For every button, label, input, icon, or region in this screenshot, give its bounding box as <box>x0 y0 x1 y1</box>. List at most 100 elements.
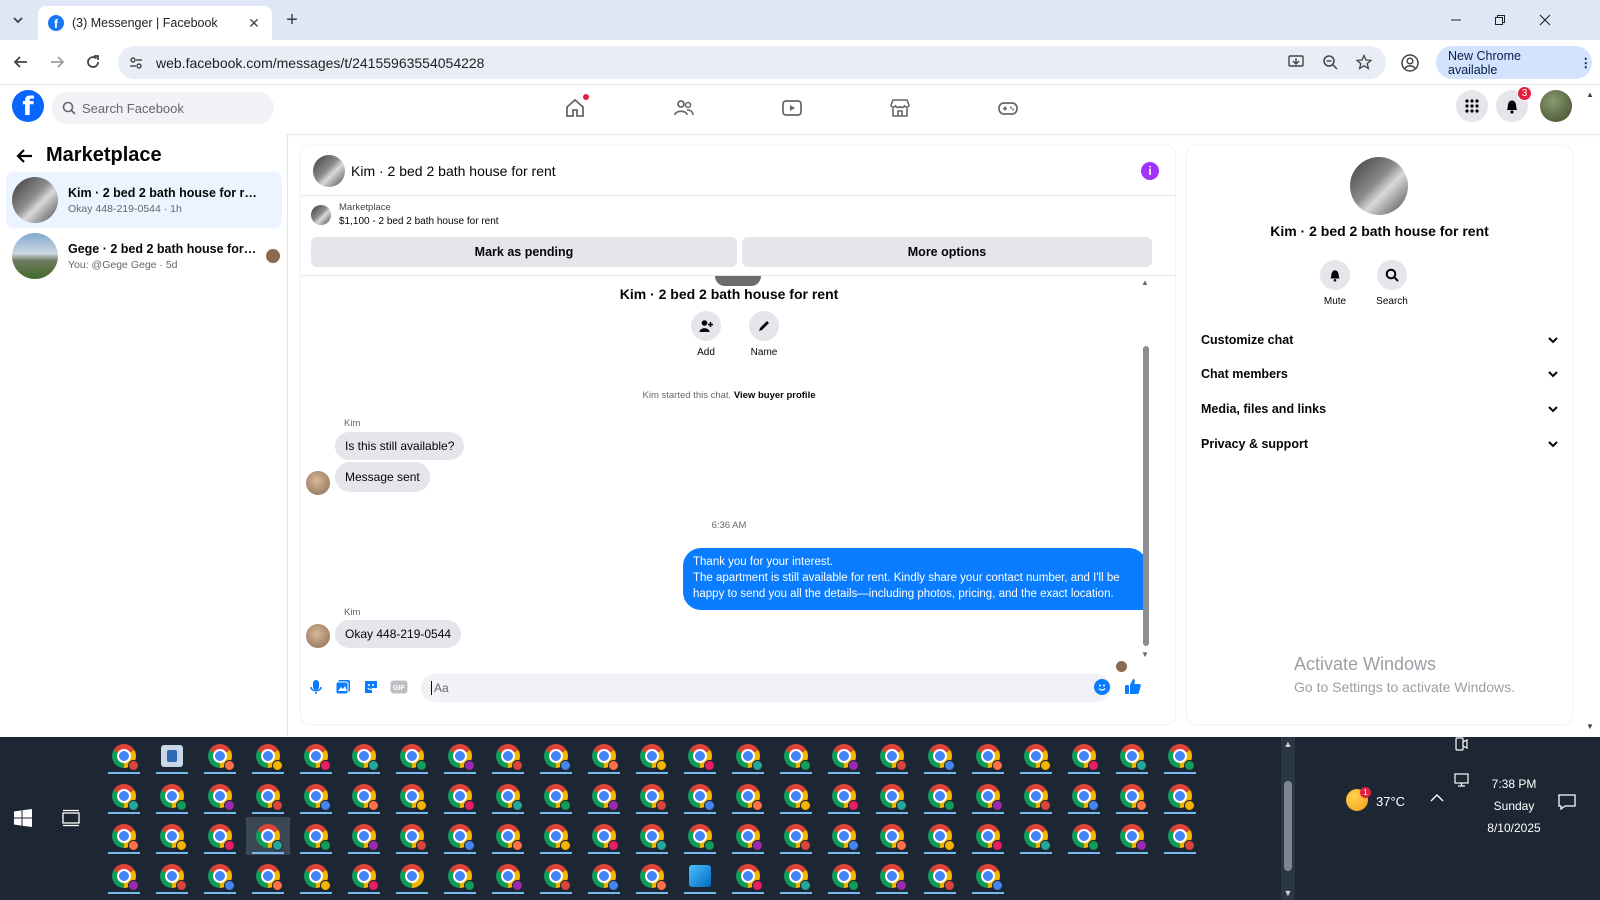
page-scroll-down-arrow[interactable]: ▼ <box>1584 722 1596 732</box>
search-in-chat-button[interactable]: Search <box>1367 260 1417 307</box>
show-hidden-icons-button[interactable] <box>1430 793 1444 803</box>
nav-marketplace[interactable] <box>888 96 912 120</box>
back-button[interactable] <box>8 49 34 75</box>
taskbar-app[interactable] <box>534 857 578 895</box>
weather-temperature[interactable]: 37°C <box>1376 794 1405 809</box>
taskbar-app[interactable] <box>102 857 146 895</box>
taskbar-app[interactable] <box>1158 777 1202 815</box>
taskbar-app[interactable] <box>822 857 866 895</box>
chat-scrollbar[interactable] <box>1143 346 1149 646</box>
taskbar-app[interactable] <box>198 737 242 775</box>
menu-button[interactable] <box>1456 90 1488 122</box>
browser-tab-messenger[interactable]: f (3) Messenger | Facebook ✕ <box>38 6 272 40</box>
taskbar-app[interactable] <box>918 857 962 895</box>
mute-button[interactable]: Mute <box>1310 260 1360 307</box>
sticker-button[interactable] <box>362 678 380 696</box>
taskbar-app[interactable] <box>438 777 482 815</box>
taskbar-app[interactable] <box>678 737 722 775</box>
install-app-icon[interactable] <box>1286 52 1306 72</box>
taskbar-app[interactable] <box>582 777 626 815</box>
taskbar-app[interactable] <box>1014 777 1058 815</box>
taskbar-app[interactable] <box>294 737 338 775</box>
taskbar-scroll-thumb[interactable] <box>1284 781 1292 871</box>
taskbar-app[interactable] <box>150 777 194 815</box>
taskbar-app[interactable] <box>870 817 914 855</box>
close-window-button[interactable] <box>1531 8 1559 32</box>
taskbar-app[interactable] <box>198 777 242 815</box>
taskbar-app[interactable] <box>198 857 242 895</box>
message-input[interactable]: Aa <box>421 674 1111 702</box>
taskbar-app[interactable] <box>582 857 626 895</box>
network-icon[interactable] <box>1454 773 1472 789</box>
chat-avatar[interactable] <box>313 154 345 187</box>
taskbar-app[interactable] <box>486 777 530 815</box>
taskbar-app[interactable] <box>582 817 626 855</box>
attach-media-button[interactable] <box>334 678 352 696</box>
taskbar-app[interactable] <box>246 857 290 895</box>
profile-button[interactable] <box>1398 51 1422 75</box>
taskbar-app[interactable] <box>918 817 962 855</box>
chrome-update-button[interactable]: New Chrome available ⋮ <box>1436 46 1592 79</box>
new-tab-button[interactable]: + <box>281 9 303 31</box>
scroll-up-arrow[interactable]: ▲ <box>1281 739 1295 749</box>
taskbar-app[interactable] <box>966 857 1010 895</box>
sender-avatar[interactable] <box>306 624 330 648</box>
info-icon[interactable]: i <box>1141 162 1159 180</box>
taskbar-scrollbar[interactable]: ▲ ▼ <box>1281 737 1295 900</box>
taskbar-app[interactable] <box>678 777 722 815</box>
taskbar-app[interactable] <box>870 857 914 895</box>
taskbar-app[interactable] <box>822 817 866 855</box>
taskbar-app[interactable] <box>1158 817 1202 855</box>
taskbar-app[interactable] <box>774 817 818 855</box>
taskbar-app[interactable] <box>390 777 434 815</box>
taskbar-app[interactable] <box>534 777 578 815</box>
taskbar-app[interactable] <box>918 777 962 815</box>
taskbar-app[interactable] <box>438 817 482 855</box>
taskbar-app[interactable] <box>390 737 434 775</box>
sender-avatar[interactable] <box>306 471 330 495</box>
bookmark-star-icon[interactable] <box>1354 52 1374 72</box>
scroll-down-arrow[interactable]: ▼ <box>1281 888 1295 898</box>
taskbar-app[interactable] <box>294 777 338 815</box>
taskbar-app[interactable] <box>678 857 722 895</box>
nav-video[interactable] <box>780 96 804 120</box>
taskbar-app[interactable] <box>1062 737 1106 775</box>
taskbar-app[interactable] <box>966 737 1010 775</box>
taskbar-app[interactable] <box>630 817 674 855</box>
taskbar-app[interactable] <box>342 817 386 855</box>
nav-gaming[interactable] <box>996 96 1020 120</box>
taskbar-app[interactable] <box>102 737 146 775</box>
name-chat-button[interactable]: Name <box>739 311 789 358</box>
taskbar-app[interactable] <box>1014 817 1058 855</box>
taskbar-app[interactable] <box>438 737 482 775</box>
facebook-logo-icon[interactable]: f <box>12 90 44 122</box>
taskbar-app[interactable] <box>486 857 530 895</box>
taskbar-app[interactable] <box>1062 817 1106 855</box>
taskbar-app[interactable] <box>534 817 578 855</box>
taskbar-app[interactable] <box>390 857 434 895</box>
taskbar-app[interactable] <box>342 857 386 895</box>
zoom-icon[interactable] <box>1320 52 1340 72</box>
taskbar-app[interactable] <box>870 737 914 775</box>
reload-button[interactable] <box>80 49 106 75</box>
marketplace-listing-bar[interactable]: Marketplace $1,100 - 2 bed 2 bath house … <box>311 202 499 227</box>
message-bubble[interactable]: Is this still available? <box>335 432 465 460</box>
taskbar-app[interactable] <box>726 777 770 815</box>
taskbar-app[interactable] <box>534 737 578 775</box>
message-bubble[interactable]: Okay 448-219-0544 <box>335 620 462 648</box>
account-avatar[interactable] <box>1540 90 1572 122</box>
privacy-support-section[interactable]: Privacy & support <box>1201 429 1559 459</box>
media-files-links-section[interactable]: Media, files and links <box>1201 394 1559 424</box>
taskbar-app[interactable] <box>630 857 674 895</box>
scroll-up-arrow[interactable]: ▲ <box>1140 279 1150 287</box>
taskbar-app[interactable] <box>1158 737 1202 775</box>
taskbar-app[interactable] <box>630 777 674 815</box>
conversation-item-kim[interactable]: Kim · 2 bed 2 bath house for rent Okay 4… <box>6 172 282 228</box>
taskbar-app[interactable] <box>822 777 866 815</box>
taskbar-app[interactable] <box>1110 817 1154 855</box>
taskbar-app[interactable] <box>774 737 818 775</box>
scroll-down-arrow[interactable]: ▼ <box>1140 651 1150 659</box>
taskbar-app[interactable] <box>678 817 722 855</box>
taskbar-app[interactable] <box>726 817 770 855</box>
outgoing-message-bubble[interactable]: Thank you for your interest. The apartme… <box>683 548 1147 610</box>
